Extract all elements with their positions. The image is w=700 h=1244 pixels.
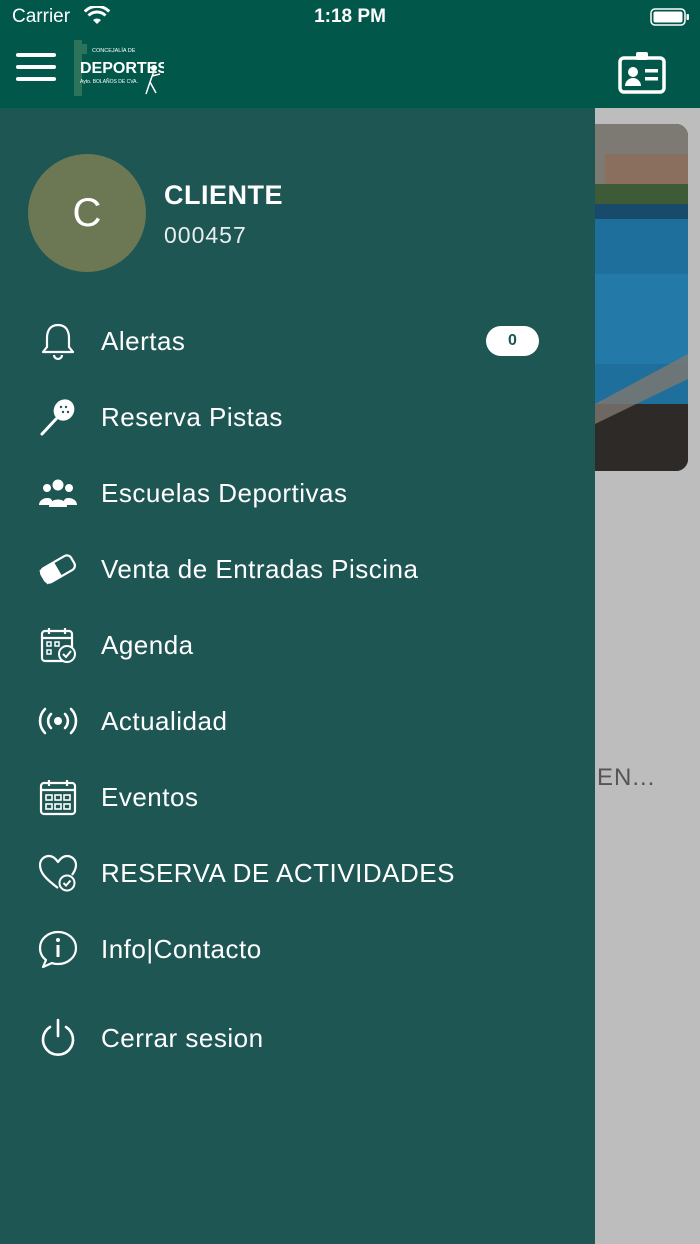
content-title: EN... [597, 764, 656, 791]
svg-text:Ayto. BOLAÑOS DE CVA.: Ayto. BOLAÑOS DE CVA. [80, 78, 138, 85]
menu-item-venta-entradas[interactable]: Venta de Entradas Piscina [0, 539, 595, 599]
calendar-check-icon [40, 628, 76, 663]
pool-image [595, 124, 688, 471]
menu-item-label: Info|Contacto [101, 934, 262, 964]
menu-item-reserva-pistas[interactable]: Reserva Pistas [0, 387, 595, 447]
padel-racket-icon [40, 399, 75, 436]
main-content: EN... [595, 108, 700, 1244]
menu-item-label: Eventos [101, 782, 199, 812]
user-id: 000457 [164, 222, 247, 248]
calendar-grid-icon [39, 780, 77, 816]
menu-item-cerrar-sesion[interactable]: Cerrar sesion [0, 1008, 595, 1068]
menu-item-escuelas-deportivas[interactable]: Escuelas Deportivas [0, 463, 595, 523]
ticket-icon [39, 554, 76, 585]
menu-item-alertas[interactable]: Alertas 0 [0, 311, 595, 371]
menu-item-info-contacto[interactable]: Info|Contacto [0, 919, 595, 979]
app-header: Carrier 1:18 PM CONCEJALÍA DE DEPORTES A… [0, 0, 700, 108]
menu-item-reserva-actividades[interactable]: RESERVA DE ACTIVIDADES [0, 843, 595, 903]
deportes-logo: CONCEJALÍA DE DEPORTES Ayto. BOLAÑOS DE … [74, 40, 164, 96]
menu-item-label: Actualidad [101, 706, 228, 736]
bell-icon [41, 323, 75, 361]
svg-text:CONCEJALÍA DE: CONCEJALÍA DE [92, 47, 136, 54]
info-chat-icon [38, 930, 78, 969]
status-bar: Carrier 1:18 PM [0, 0, 700, 36]
alert-count-badge: 0 [486, 326, 539, 356]
battery-icon [650, 8, 689, 26]
broadcast-icon [38, 707, 78, 735]
hamburger-icon[interactable] [16, 53, 58, 83]
menu-item-agenda[interactable]: Agenda [0, 615, 595, 675]
menu-item-label: Cerrar sesion [101, 1023, 264, 1053]
menu-item-actualidad[interactable]: Actualidad [0, 691, 595, 751]
navigation-drawer: C CLIENTE 000457 Alertas 0 Reserva Pista… [0, 108, 595, 1244]
id-card-icon[interactable] [618, 50, 666, 94]
menu-item-label: Escuelas Deportivas [101, 478, 348, 508]
menu-item-label: Alertas [101, 326, 186, 356]
heart-check-icon [38, 854, 78, 892]
clock: 1:18 PM [314, 6, 386, 27]
avatar: C [28, 154, 146, 272]
group-icon [39, 479, 77, 507]
menu-item-label: Agenda [101, 630, 194, 660]
menu-item-label: RESERVA DE ACTIVIDADES [101, 858, 455, 888]
menu-item-label: Reserva Pistas [101, 402, 283, 432]
power-icon [41, 1018, 75, 1056]
menu-item-label: Venta de Entradas Piscina [101, 554, 419, 584]
user-name: CLIENTE [164, 180, 284, 210]
menu-item-eventos[interactable]: Eventos [0, 767, 595, 827]
